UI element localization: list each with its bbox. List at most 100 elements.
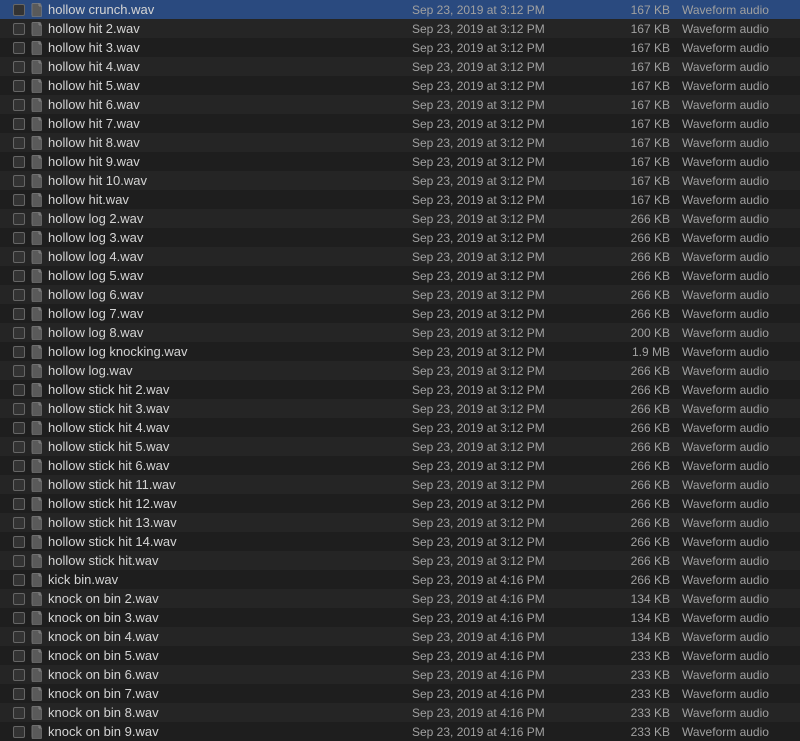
- file-size: 266 KB: [612, 250, 682, 264]
- table-row[interactable]: knock on bin 3.wav Sep 23, 2019 at 4:16 …: [0, 608, 800, 627]
- file-checkbox[interactable]: [13, 441, 25, 453]
- table-row[interactable]: hollow stick hit 4.wav Sep 23, 2019 at 3…: [0, 418, 800, 437]
- table-row[interactable]: knock on bin 8.wav Sep 23, 2019 at 4:16 …: [0, 703, 800, 722]
- table-row[interactable]: hollow log 7.wav Sep 23, 2019 at 3:12 PM…: [0, 304, 800, 323]
- table-row[interactable]: hollow stick hit 11.wav Sep 23, 2019 at …: [0, 475, 800, 494]
- file-name-cell: hollow stick hit 14.wav: [30, 534, 412, 549]
- table-row[interactable]: hollow hit.wav Sep 23, 2019 at 3:12 PM 1…: [0, 190, 800, 209]
- table-row[interactable]: hollow stick hit 12.wav Sep 23, 2019 at …: [0, 494, 800, 513]
- file-checkbox[interactable]: [13, 555, 25, 567]
- file-size: 233 KB: [612, 649, 682, 663]
- table-row[interactable]: hollow hit 10.wav Sep 23, 2019 at 3:12 P…: [0, 171, 800, 190]
- table-row[interactable]: hollow log 3.wav Sep 23, 2019 at 3:12 PM…: [0, 228, 800, 247]
- file-checkbox[interactable]: [13, 194, 25, 206]
- table-row[interactable]: hollow log knocking.wav Sep 23, 2019 at …: [0, 342, 800, 361]
- file-checkbox[interactable]: [13, 213, 25, 225]
- table-row[interactable]: hollow crunch.wav Sep 23, 2019 at 3:12 P…: [0, 0, 800, 19]
- file-size: 134 KB: [612, 630, 682, 644]
- table-row[interactable]: hollow hit 2.wav Sep 23, 2019 at 3:12 PM…: [0, 19, 800, 38]
- table-row[interactable]: knock on bin 5.wav Sep 23, 2019 at 4:16 …: [0, 646, 800, 665]
- file-checkbox[interactable]: [13, 403, 25, 415]
- file-kind: Waveform audio: [682, 592, 792, 606]
- table-row[interactable]: hollow stick hit 13.wav Sep 23, 2019 at …: [0, 513, 800, 532]
- checkbox-cell: [8, 308, 30, 320]
- file-checkbox[interactable]: [13, 536, 25, 548]
- table-row[interactable]: knock on bin 7.wav Sep 23, 2019 at 4:16 …: [0, 684, 800, 703]
- file-icon: [30, 136, 44, 150]
- table-row[interactable]: hollow log 6.wav Sep 23, 2019 at 3:12 PM…: [0, 285, 800, 304]
- table-row[interactable]: kick bin.wav Sep 23, 2019 at 4:16 PM 266…: [0, 570, 800, 589]
- file-size: 266 KB: [612, 402, 682, 416]
- table-row[interactable]: knock on bin 4.wav Sep 23, 2019 at 4:16 …: [0, 627, 800, 646]
- file-checkbox[interactable]: [13, 517, 25, 529]
- file-checkbox[interactable]: [13, 498, 25, 510]
- file-checkbox[interactable]: [13, 327, 25, 339]
- table-row[interactable]: hollow stick hit 14.wav Sep 23, 2019 at …: [0, 532, 800, 551]
- file-checkbox[interactable]: [13, 688, 25, 700]
- table-row[interactable]: hollow stick hit 2.wav Sep 23, 2019 at 3…: [0, 380, 800, 399]
- table-row[interactable]: hollow hit 8.wav Sep 23, 2019 at 3:12 PM…: [0, 133, 800, 152]
- file-date: Sep 23, 2019 at 3:12 PM: [412, 288, 612, 302]
- table-row[interactable]: hollow stick hit 5.wav Sep 23, 2019 at 3…: [0, 437, 800, 456]
- table-row[interactable]: hollow stick hit.wav Sep 23, 2019 at 3:1…: [0, 551, 800, 570]
- file-kind: Waveform audio: [682, 516, 792, 530]
- file-kind: Waveform audio: [682, 725, 792, 739]
- file-checkbox[interactable]: [13, 460, 25, 472]
- table-row[interactable]: knock on bin 9.wav Sep 23, 2019 at 4:16 …: [0, 722, 800, 741]
- file-checkbox[interactable]: [13, 61, 25, 73]
- file-checkbox[interactable]: [13, 251, 25, 263]
- file-checkbox[interactable]: [13, 384, 25, 396]
- file-checkbox[interactable]: [13, 365, 25, 377]
- file-name-cell: knock on bin 7.wav: [30, 686, 412, 701]
- table-row[interactable]: hollow hit 6.wav Sep 23, 2019 at 3:12 PM…: [0, 95, 800, 114]
- file-date: Sep 23, 2019 at 3:12 PM: [412, 250, 612, 264]
- file-checkbox[interactable]: [13, 593, 25, 605]
- file-name-cell: hollow stick hit.wav: [30, 553, 412, 568]
- file-name: hollow hit 2.wav: [48, 21, 412, 36]
- file-checkbox[interactable]: [13, 156, 25, 168]
- file-kind: Waveform audio: [682, 117, 792, 131]
- table-row[interactable]: knock on bin 2.wav Sep 23, 2019 at 4:16 …: [0, 589, 800, 608]
- table-row[interactable]: hollow log 5.wav Sep 23, 2019 at 3:12 PM…: [0, 266, 800, 285]
- file-checkbox[interactable]: [13, 612, 25, 624]
- file-date: Sep 23, 2019 at 3:12 PM: [412, 554, 612, 568]
- file-name-cell: hollow hit.wav: [30, 192, 412, 207]
- table-row[interactable]: hollow log 8.wav Sep 23, 2019 at 3:12 PM…: [0, 323, 800, 342]
- table-row[interactable]: hollow hit 5.wav Sep 23, 2019 at 3:12 PM…: [0, 76, 800, 95]
- checkbox-cell: [8, 422, 30, 434]
- file-checkbox[interactable]: [13, 175, 25, 187]
- file-checkbox[interactable]: [13, 308, 25, 320]
- table-row[interactable]: hollow log 4.wav Sep 23, 2019 at 3:12 PM…: [0, 247, 800, 266]
- table-row[interactable]: hollow hit 3.wav Sep 23, 2019 at 3:12 PM…: [0, 38, 800, 57]
- file-checkbox[interactable]: [13, 23, 25, 35]
- file-checkbox[interactable]: [13, 631, 25, 643]
- file-checkbox[interactable]: [13, 479, 25, 491]
- file-checkbox[interactable]: [13, 99, 25, 111]
- file-checkbox[interactable]: [13, 346, 25, 358]
- file-checkbox[interactable]: [13, 270, 25, 282]
- file-checkbox[interactable]: [13, 669, 25, 681]
- table-row[interactable]: hollow hit 7.wav Sep 23, 2019 at 3:12 PM…: [0, 114, 800, 133]
- file-checkbox[interactable]: [13, 574, 25, 586]
- table-row[interactable]: hollow log.wav Sep 23, 2019 at 3:12 PM 2…: [0, 361, 800, 380]
- table-row[interactable]: hollow stick hit 6.wav Sep 23, 2019 at 3…: [0, 456, 800, 475]
- table-row[interactable]: hollow hit 9.wav Sep 23, 2019 at 3:12 PM…: [0, 152, 800, 171]
- file-checkbox[interactable]: [13, 42, 25, 54]
- file-checkbox[interactable]: [13, 289, 25, 301]
- file-date: Sep 23, 2019 at 3:12 PM: [412, 535, 612, 549]
- file-checkbox[interactable]: [13, 707, 25, 719]
- file-checkbox[interactable]: [13, 422, 25, 434]
- file-checkbox[interactable]: [13, 80, 25, 92]
- table-row[interactable]: knock on bin 6.wav Sep 23, 2019 at 4:16 …: [0, 665, 800, 684]
- table-row[interactable]: hollow stick hit 3.wav Sep 23, 2019 at 3…: [0, 399, 800, 418]
- file-checkbox[interactable]: [13, 118, 25, 130]
- file-icon: [30, 440, 44, 454]
- file-checkbox[interactable]: [13, 650, 25, 662]
- file-size: 266 KB: [612, 516, 682, 530]
- file-checkbox[interactable]: [13, 137, 25, 149]
- file-checkbox[interactable]: [13, 4, 25, 16]
- table-row[interactable]: hollow hit 4.wav Sep 23, 2019 at 3:12 PM…: [0, 57, 800, 76]
- file-checkbox[interactable]: [13, 232, 25, 244]
- table-row[interactable]: hollow log 2.wav Sep 23, 2019 at 3:12 PM…: [0, 209, 800, 228]
- file-size: 167 KB: [612, 174, 682, 188]
